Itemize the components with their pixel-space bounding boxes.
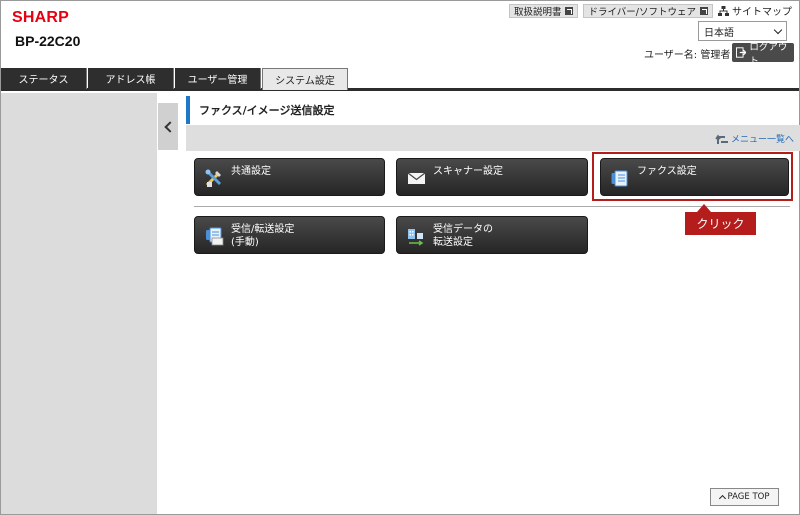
tab-user-management[interactable]: ユーザー管理	[175, 68, 261, 89]
manual-link-label: 取扱説明書	[513, 6, 562, 18]
model-name: BP-22C20	[15, 33, 81, 49]
manual-link[interactable]: 取扱説明書	[508, 3, 579, 18]
common-settings-label: 共通設定	[231, 166, 271, 177]
sidebar-collapse-button[interactable]	[158, 103, 178, 150]
menu-list-link[interactable]: メニュー一覧へ	[715, 132, 794, 145]
scanner-settings-label: スキャナー設定	[433, 166, 503, 177]
tab-address-book-label: アドレス帳	[105, 75, 156, 86]
fax-settings-highlight	[592, 152, 793, 201]
chevron-up-icon	[718, 494, 726, 503]
username-label: ユーザー名: 管理者	[644, 50, 731, 61]
receive-forward-settings-label: 受信/転送設定 (手動)	[231, 224, 295, 248]
chevron-left-icon	[163, 120, 176, 133]
brand-logo: SHARP	[12, 9, 70, 26]
tab-address-book[interactable]: アドレス帳	[88, 68, 174, 89]
return-arrow-icon	[715, 134, 728, 144]
common-settings-button[interactable]: 共通設定	[194, 158, 385, 196]
driver-link-label: ドライバー/ソフトウェア	[588, 6, 696, 18]
sitemap-label: サイトマップ	[732, 7, 792, 18]
tab-system-settings[interactable]: システム設定	[262, 68, 348, 90]
page-subbar: メニュー一覧へ	[186, 125, 800, 151]
external-link-icon	[700, 6, 708, 15]
receive-data-forward-button[interactable]: 受信データの 転送設定	[396, 216, 588, 254]
click-callout: クリック	[685, 204, 756, 235]
logout-button[interactable]: ログアウト	[732, 42, 794, 67]
logout-icon	[736, 47, 747, 58]
page-top-button[interactable]: PAGE TOP	[710, 488, 779, 506]
sitemap-link[interactable]: サイトマップ	[718, 3, 792, 18]
fax-receive-icon	[206, 227, 224, 246]
tab-user-management-label: ユーザー管理	[187, 75, 248, 86]
tab-status-label: ステータス	[18, 75, 69, 86]
external-link-icon	[565, 6, 574, 15]
sitemap-icon	[718, 5, 729, 16]
page-title: ファクス/イメージ送信設定	[186, 96, 800, 124]
top-links: 取扱説明書 ドライバー/ソフトウェア サイトマップ	[508, 3, 792, 18]
tab-status[interactable]: ステータス	[1, 68, 87, 89]
receive-data-forward-label: 受信データの 転送設定	[433, 224, 493, 248]
main-tab-bar: ステータス アドレス帳 ユーザー管理 システム設定	[1, 68, 799, 91]
data-forward-icon	[408, 229, 424, 246]
menu-list-label: メニュー一覧へ	[730, 135, 794, 145]
scanner-settings-button[interactable]: スキャナー設定	[396, 158, 588, 196]
sidebar	[1, 93, 157, 514]
page-top-label: PAGE TOP	[727, 492, 770, 502]
driver-software-link[interactable]: ドライバー/ソフトウェア	[583, 3, 713, 18]
language-value: 日本語	[704, 27, 734, 39]
tools-icon	[205, 169, 222, 187]
envelope-icon	[407, 172, 426, 184]
chevron-down-icon	[773, 25, 783, 34]
logout-label: ログアウト	[749, 41, 788, 67]
tab-system-settings-label: システム設定	[275, 76, 335, 87]
receive-forward-settings-button[interactable]: 受信/転送設定 (手動)	[194, 216, 385, 254]
